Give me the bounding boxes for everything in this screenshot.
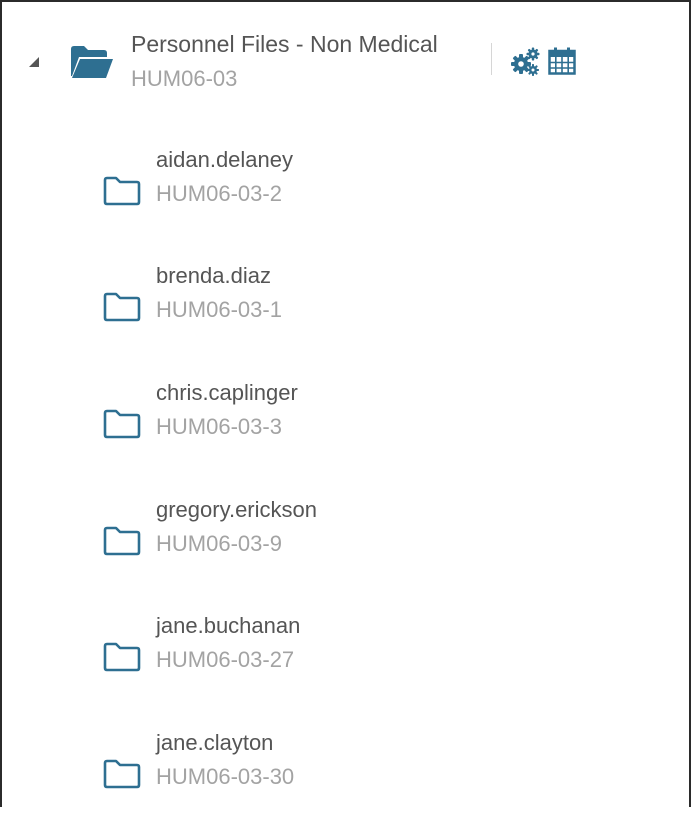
tree-node-child[interactable]: brenda.diaz HUM06-03-1	[2, 263, 689, 353]
root-folder-code: HUM06-03	[131, 66, 238, 91]
child-folder-name[interactable]: gregory.erickson	[156, 497, 317, 523]
folder-closed-icon	[103, 292, 141, 322]
child-folder-name[interactable]: chris.caplinger	[156, 380, 298, 406]
tree-node-root: Personnel Files - Non Medical HUM06-03	[2, 2, 689, 102]
child-folder-name[interactable]: jane.clayton	[156, 730, 273, 756]
tree-node-child[interactable]: gregory.erickson HUM06-03-9	[2, 497, 689, 587]
child-folder-code: HUM06-03-3	[156, 414, 282, 439]
folder-closed-icon	[103, 759, 141, 789]
child-folder-name[interactable]: brenda.diaz	[156, 263, 271, 289]
triangle-expanded-icon[interactable]	[28, 56, 40, 68]
tree-node-child[interactable]: aidan.delaney HUM06-03-2	[2, 147, 689, 237]
root-folder-name[interactable]: Personnel Files - Non Medical	[131, 31, 438, 58]
child-folder-name[interactable]: aidan.delaney	[156, 147, 293, 173]
tree-node-child[interactable]: jane.buchanan HUM06-03-27	[2, 613, 689, 703]
folder-closed-icon	[103, 176, 141, 206]
folder-closed-icon	[103, 409, 141, 439]
child-folder-name[interactable]: jane.buchanan	[156, 613, 300, 639]
tree-node-child[interactable]: chris.caplinger HUM06-03-3	[2, 380, 689, 470]
calendar-icon[interactable]	[548, 47, 576, 75]
gears-icon[interactable]	[511, 47, 540, 76]
folder-open-icon	[71, 46, 113, 78]
child-folder-code: HUM06-03-1	[156, 297, 282, 322]
folder-closed-icon	[103, 642, 141, 672]
tree-panel: Personnel Files - Non Medical HUM06-03 a…	[0, 0, 691, 807]
child-folder-code: HUM06-03-30	[156, 764, 295, 789]
divider	[491, 43, 492, 75]
child-folder-code: HUM06-03-2	[156, 181, 282, 206]
child-folder-code: HUM06-03-9	[156, 531, 282, 556]
child-folder-code: HUM06-03-27	[156, 647, 295, 672]
folder-closed-icon	[103, 526, 141, 556]
